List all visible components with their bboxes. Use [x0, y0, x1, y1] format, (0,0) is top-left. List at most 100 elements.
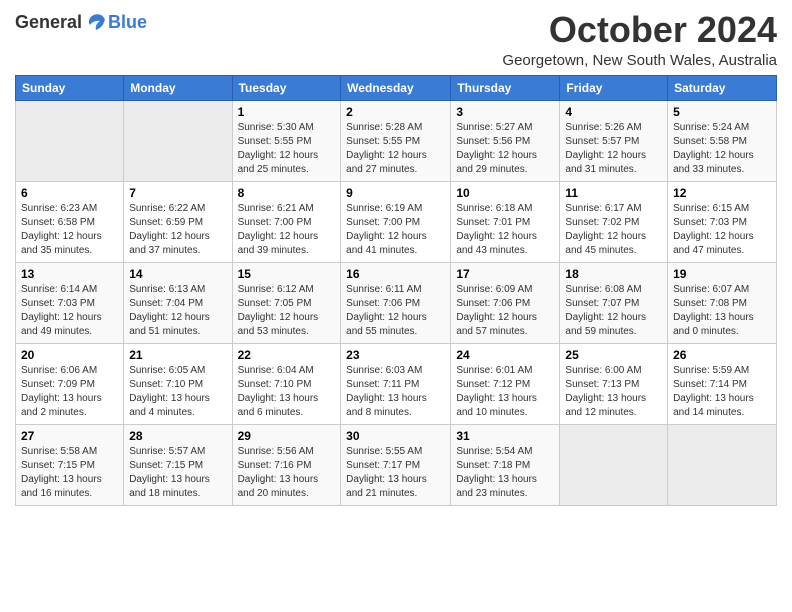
day-number: 14	[129, 267, 226, 281]
day-info: Sunrise: 6:21 AM Sunset: 7:00 PM Dayligh…	[238, 202, 336, 258]
day-number: 28	[129, 429, 226, 443]
title-area: October 2024 Georgetown, New South Wales…	[502, 10, 777, 69]
calendar-cell	[16, 100, 124, 181]
header-monday: Monday	[124, 75, 232, 100]
page-header: General Blue October 2024 Georgetown, Ne…	[15, 10, 777, 69]
day-info: Sunrise: 6:15 AM Sunset: 7:03 PM Dayligh…	[673, 202, 771, 258]
calendar-cell: 11 Sunrise: 6:17 AM Sunset: 7:02 PM Dayli…	[560, 181, 668, 262]
day-number: 25	[565, 348, 662, 362]
day-info: Sunrise: 6:22 AM Sunset: 6:59 PM Dayligh…	[129, 202, 226, 258]
calendar-cell: 5Sunrise: 5:24 AM Sunset: 5:58 PM Daylig…	[668, 100, 777, 181]
calendar-cell: 17Sunrise: 6:09 AM Sunset: 7:06 PM Dayli…	[451, 262, 560, 343]
day-number: 9	[346, 186, 445, 200]
day-number: 11	[565, 186, 662, 200]
day-info: Sunrise: 5:57 AM Sunset: 7:15 PM Dayligh…	[129, 445, 226, 501]
calendar-cell: 12 Sunrise: 6:15 AM Sunset: 7:03 PM Dayli…	[668, 181, 777, 262]
day-number: 19	[673, 267, 771, 281]
day-info: Sunrise: 5:26 AM Sunset: 5:57 PM Dayligh…	[565, 121, 662, 177]
header-thursday: Thursday	[451, 75, 560, 100]
calendar-cell: 15 Sunrise: 6:12 AM Sunset: 7:05 PM Dayli…	[232, 262, 341, 343]
day-number: 3	[456, 105, 554, 119]
day-info: Sunrise: 5:58 AM Sunset: 7:15 PM Dayligh…	[21, 445, 118, 501]
day-number: 26	[673, 348, 771, 362]
day-number: 1	[238, 105, 336, 119]
day-number: 22	[238, 348, 336, 362]
day-number: 23	[346, 348, 445, 362]
day-number: 31	[456, 429, 554, 443]
calendar-cell	[560, 424, 668, 505]
calendar-cell: 19 Sunrise: 6:07 AM Sunset: 7:08 PM Dayli…	[668, 262, 777, 343]
calendar-cell: 18 Sunrise: 6:08 AM Sunset: 7:07 PM Dayli…	[560, 262, 668, 343]
calendar-week-5: 27 Sunrise: 5:58 AM Sunset: 7:15 PM Dayli…	[16, 424, 777, 505]
day-info: Sunrise: 6:00 AM Sunset: 7:13 PM Dayligh…	[565, 364, 662, 420]
day-info: Sunrise: 6:01 AM Sunset: 7:12 PM Dayligh…	[456, 364, 554, 420]
calendar-cell: 14 Sunrise: 6:13 AM Sunset: 7:04 PM Dayli…	[124, 262, 232, 343]
calendar-cell: 3 Sunrise: 5:27 AM Sunset: 5:56 PM Daylig…	[451, 100, 560, 181]
day-info: Sunrise: 5:55 AM Sunset: 7:17 PM Dayligh…	[346, 445, 445, 501]
calendar-cell: 31 Sunrise: 5:54 AM Sunset: 7:18 PM Dayli…	[451, 424, 560, 505]
calendar-cell	[124, 100, 232, 181]
day-info: Sunrise: 5:59 AM Sunset: 7:14 PM Dayligh…	[673, 364, 771, 420]
calendar-cell: 22 Sunrise: 6:04 AM Sunset: 7:10 PM Dayli…	[232, 343, 341, 424]
logo-blue: Blue	[108, 12, 147, 33]
day-number: 30	[346, 429, 445, 443]
day-info: Sunrise: 6:12 AM Sunset: 7:05 PM Dayligh…	[238, 283, 336, 339]
calendar-cell: 7 Sunrise: 6:22 AM Sunset: 6:59 PM Daylig…	[124, 181, 232, 262]
day-number: 2	[346, 105, 445, 119]
calendar-week-1: 1Sunrise: 5:30 AM Sunset: 5:55 PM Daylig…	[16, 100, 777, 181]
calendar-cell: 8Sunrise: 6:21 AM Sunset: 7:00 PM Daylig…	[232, 181, 341, 262]
day-info: Sunrise: 5:24 AM Sunset: 5:58 PM Dayligh…	[673, 121, 771, 177]
day-info: Sunrise: 6:11 AM Sunset: 7:06 PM Dayligh…	[346, 283, 445, 339]
header-wednesday: Wednesday	[341, 75, 451, 100]
calendar-cell: 27 Sunrise: 5:58 AM Sunset: 7:15 PM Dayli…	[16, 424, 124, 505]
day-info: Sunrise: 6:17 AM Sunset: 7:02 PM Dayligh…	[565, 202, 662, 258]
day-number: 13	[21, 267, 118, 281]
calendar-cell: 1Sunrise: 5:30 AM Sunset: 5:55 PM Daylig…	[232, 100, 341, 181]
day-info: Sunrise: 6:09 AM Sunset: 7:06 PM Dayligh…	[456, 283, 554, 339]
calendar-cell: 24 Sunrise: 6:01 AM Sunset: 7:12 PM Dayli…	[451, 343, 560, 424]
day-number: 7	[129, 186, 226, 200]
day-info: Sunrise: 6:19 AM Sunset: 7:00 PM Dayligh…	[346, 202, 445, 258]
day-info: Sunrise: 6:13 AM Sunset: 7:04 PM Dayligh…	[129, 283, 226, 339]
day-number: 27	[21, 429, 118, 443]
day-info: Sunrise: 5:27 AM Sunset: 5:56 PM Dayligh…	[456, 121, 554, 177]
calendar-cell: 30 Sunrise: 5:55 AM Sunset: 7:17 PM Dayli…	[341, 424, 451, 505]
day-info: Sunrise: 6:07 AM Sunset: 7:08 PM Dayligh…	[673, 283, 771, 339]
day-info: Sunrise: 6:03 AM Sunset: 7:11 PM Dayligh…	[346, 364, 445, 420]
day-info: Sunrise: 5:54 AM Sunset: 7:18 PM Dayligh…	[456, 445, 554, 501]
day-info: Sunrise: 6:05 AM Sunset: 7:10 PM Dayligh…	[129, 364, 226, 420]
calendar-cell: 13 Sunrise: 6:14 AM Sunset: 7:03 PM Dayli…	[16, 262, 124, 343]
day-number: 24	[456, 348, 554, 362]
calendar-week-4: 20Sunrise: 6:06 AM Sunset: 7:09 PM Dayli…	[16, 343, 777, 424]
day-info: Sunrise: 6:06 AM Sunset: 7:09 PM Dayligh…	[21, 364, 118, 420]
day-number: 18	[565, 267, 662, 281]
header-saturday: Saturday	[668, 75, 777, 100]
day-number: 15	[238, 267, 336, 281]
calendar-table: Sunday Monday Tuesday Wednesday Thursday…	[15, 75, 777, 506]
calendar-cell: 2Sunrise: 5:28 AM Sunset: 5:55 PM Daylig…	[341, 100, 451, 181]
day-number: 6	[21, 186, 118, 200]
month-title: October 2024	[502, 10, 777, 50]
day-number: 12	[673, 186, 771, 200]
day-number: 10	[456, 186, 554, 200]
calendar-cell: 9 Sunrise: 6:19 AM Sunset: 7:00 PM Daylig…	[341, 181, 451, 262]
day-info: Sunrise: 6:18 AM Sunset: 7:01 PM Dayligh…	[456, 202, 554, 258]
calendar-cell: 20Sunrise: 6:06 AM Sunset: 7:09 PM Dayli…	[16, 343, 124, 424]
calendar-cell	[668, 424, 777, 505]
calendar-cell: 29 Sunrise: 5:56 AM Sunset: 7:16 PM Dayli…	[232, 424, 341, 505]
day-info: Sunrise: 6:04 AM Sunset: 7:10 PM Dayligh…	[238, 364, 336, 420]
day-info: Sunrise: 6:23 AM Sunset: 6:58 PM Dayligh…	[21, 202, 118, 258]
day-number: 29	[238, 429, 336, 443]
logo-bird-icon	[84, 10, 108, 34]
calendar-cell: 10 Sunrise: 6:18 AM Sunset: 7:01 PM Dayli…	[451, 181, 560, 262]
logo: General Blue	[15, 10, 147, 34]
calendar-cell: 6 Sunrise: 6:23 AM Sunset: 6:58 PM Daylig…	[16, 181, 124, 262]
day-info: Sunrise: 6:14 AM Sunset: 7:03 PM Dayligh…	[21, 283, 118, 339]
day-info: Sunrise: 6:08 AM Sunset: 7:07 PM Dayligh…	[565, 283, 662, 339]
calendar-body: 1Sunrise: 5:30 AM Sunset: 5:55 PM Daylig…	[16, 100, 777, 505]
calendar-week-3: 13 Sunrise: 6:14 AM Sunset: 7:03 PM Dayli…	[16, 262, 777, 343]
calendar-cell: 21Sunrise: 6:05 AM Sunset: 7:10 PM Dayli…	[124, 343, 232, 424]
day-info: Sunrise: 5:56 AM Sunset: 7:16 PM Dayligh…	[238, 445, 336, 501]
calendar-cell: 23 Sunrise: 6:03 AM Sunset: 7:11 PM Dayli…	[341, 343, 451, 424]
header-sunday: Sunday	[16, 75, 124, 100]
